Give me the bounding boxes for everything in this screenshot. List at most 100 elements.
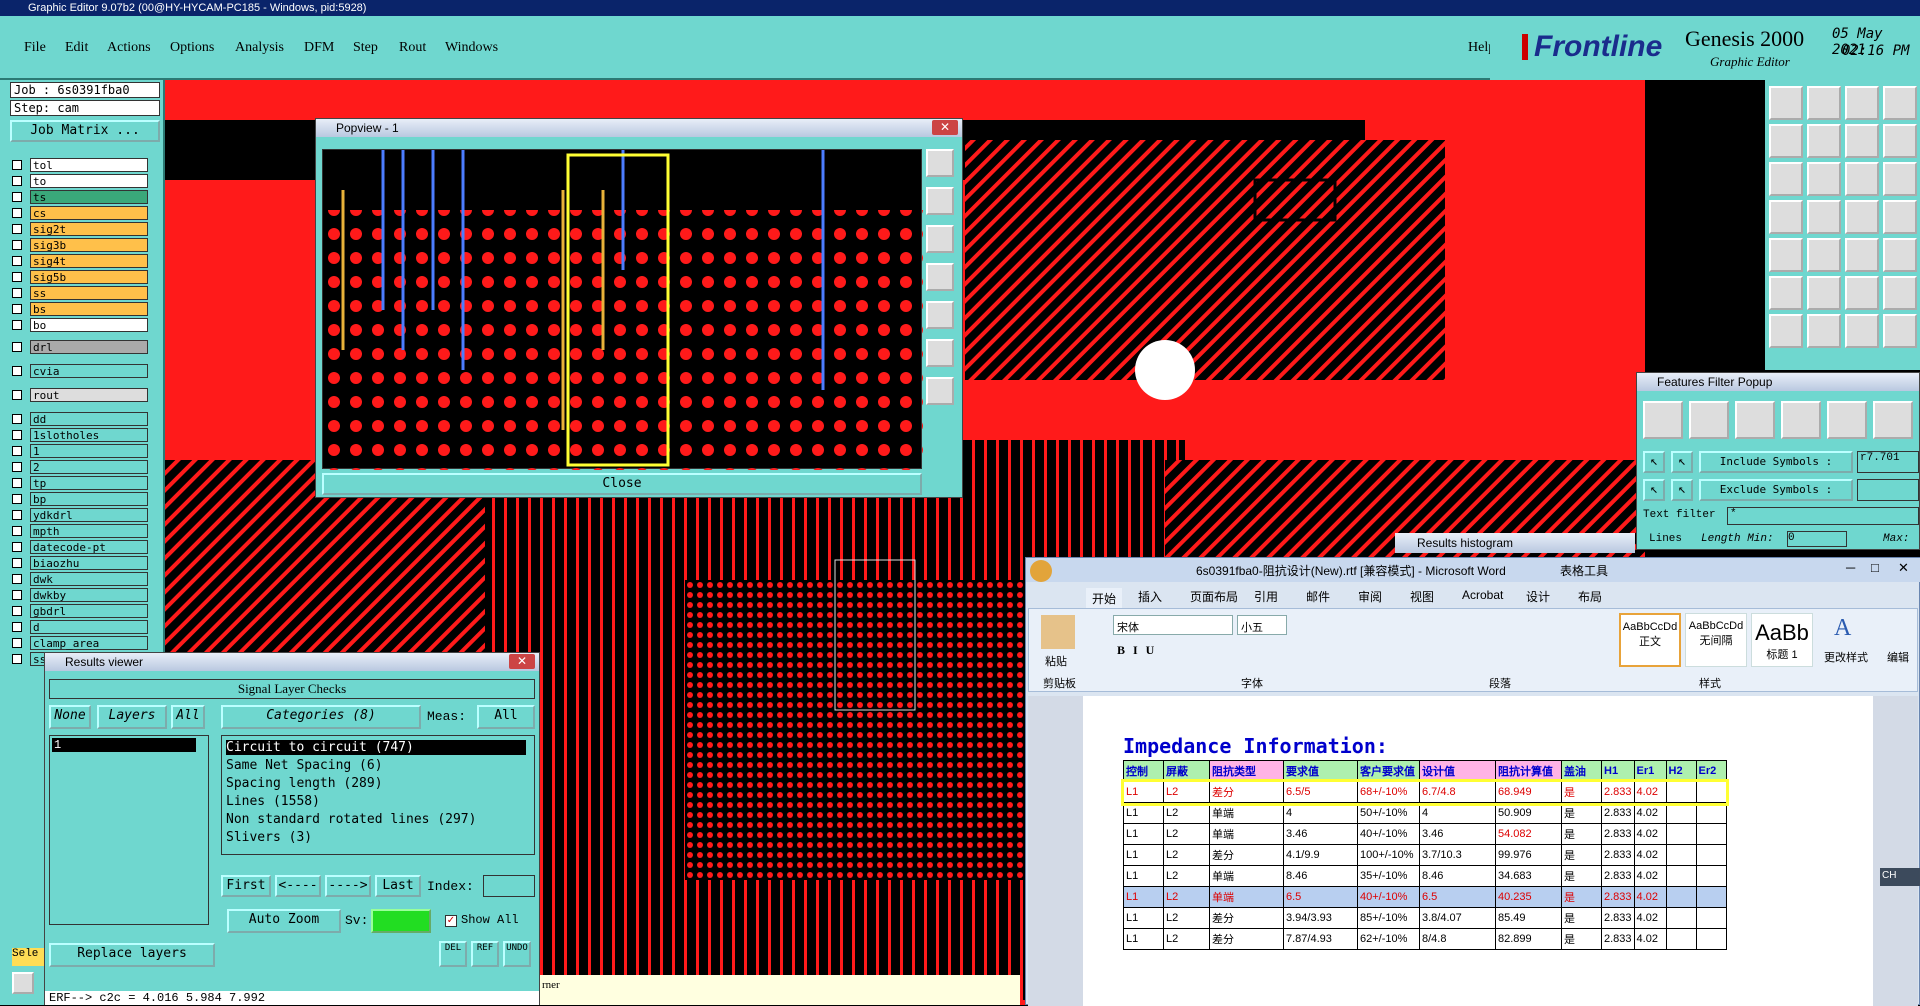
layer-checkbox[interactable]	[12, 304, 22, 314]
layer-checkbox[interactable]	[12, 240, 22, 250]
layer-list-item[interactable]: 1	[52, 738, 196, 752]
tool-icon[interactable]	[1883, 238, 1917, 272]
ribbon-tab[interactable]: 插入	[1138, 588, 1162, 605]
layer-checkbox[interactable]	[12, 224, 22, 234]
include-symbols-button[interactable]: Include Symbols :	[1699, 451, 1853, 473]
auto-zoom-select[interactable]: Auto Zoom	[227, 909, 341, 933]
popview-tool-icon[interactable]	[926, 225, 954, 253]
exclude-symbols-field[interactable]	[1857, 479, 1919, 501]
layer-checkbox[interactable]	[12, 526, 22, 536]
layer-checkbox[interactable]	[12, 176, 22, 186]
next-button[interactable]: ---->	[325, 875, 371, 897]
exclude-select-icon[interactable]: ↖	[1671, 479, 1693, 501]
ribbon-tab[interactable]: 设计	[1526, 588, 1550, 605]
layer-checkbox[interactable]	[12, 414, 22, 424]
tool-icon[interactable]	[1883, 162, 1917, 196]
menu-step[interactable]: Step	[353, 40, 378, 56]
layer-checkbox[interactable]	[12, 366, 22, 376]
results-close-icon[interactable]: ✕	[509, 654, 535, 669]
layer-checkbox[interactable]	[12, 478, 22, 488]
pad-icon[interactable]	[1689, 401, 1729, 439]
layer-checkbox[interactable]	[12, 654, 22, 664]
exclude-arrow-icon[interactable]: ↖	[1643, 479, 1665, 501]
add-icon[interactable]	[1873, 401, 1913, 439]
ribbon-tab[interactable]: 视图	[1410, 588, 1434, 605]
table-row[interactable]: L1 L2 差分 4.1/9.9 100+/-10% 3.7/10.3 99.976 是 2.8…	[1123, 844, 1727, 866]
refresh-button[interactable]: REF	[471, 941, 499, 967]
category-item[interactable]: Same Net Spacing (6)	[226, 758, 526, 773]
text-filter-field[interactable]: *	[1727, 507, 1919, 525]
category-item[interactable]: Slivers (3)	[226, 830, 526, 845]
language-bar[interactable]: CH	[1880, 868, 1920, 886]
line-icon[interactable]	[1643, 401, 1683, 439]
table-row[interactable]: L1 L2 差分 6.5/5 68+/-10% 6.7/4.8 68.949 是 2.833 4.…	[1120, 778, 1730, 806]
layer-checkbox[interactable]	[12, 288, 22, 298]
first-button[interactable]: First	[221, 875, 271, 897]
layer-checkbox[interactable]	[12, 272, 22, 282]
tool-icon[interactable]	[1769, 238, 1803, 272]
layers-button[interactable]: Layers	[97, 705, 167, 729]
ribbon-tab[interactable]: 页面布局	[1190, 588, 1238, 605]
style-tile[interactable]: AaBb 标题 1	[1751, 613, 1813, 667]
tool-icon[interactable]	[1845, 276, 1879, 310]
tool-icon[interactable]	[1807, 162, 1841, 196]
ribbon-tab[interactable]: Acrobat	[1462, 588, 1503, 602]
show-all-checkbox[interactable]: ✓	[445, 915, 457, 927]
menu-file[interactable]: File	[24, 40, 46, 56]
tool-icon[interactable]	[1807, 314, 1841, 348]
popview-close-icon[interactable]: ✕	[932, 120, 958, 135]
undo-button[interactable]: UNDO	[503, 941, 531, 967]
tool-icon[interactable]	[1845, 124, 1879, 158]
layer-checkbox[interactable]	[12, 638, 22, 648]
layer-checkbox[interactable]	[12, 606, 22, 616]
include-arrow-icon[interactable]: ↖	[1643, 451, 1665, 473]
tool-icon[interactable]	[1883, 314, 1917, 348]
layer-checkbox[interactable]	[12, 574, 22, 584]
tool-icon[interactable]	[1845, 162, 1879, 196]
table-row[interactable]: L1 L2 单端 6.5 40+/-10% 6.5 40.235 是 2.833 4.02	[1123, 886, 1727, 908]
layer-checkbox[interactable]	[12, 542, 22, 552]
prev-button[interactable]: <----	[275, 875, 321, 897]
layer-checkbox[interactable]	[12, 390, 22, 400]
format-icons[interactable]: BIU	[1117, 643, 1162, 658]
font-size-select[interactable]: 小五	[1237, 615, 1287, 635]
surface-icon[interactable]	[1735, 401, 1775, 439]
zoom-tool-icon[interactable]	[12, 972, 34, 994]
document-page[interactable]: Impedance Information: 控制 屏蔽 阻抗类型 要求值 客户要求值设…	[1083, 696, 1873, 1006]
text-icon[interactable]	[1827, 401, 1867, 439]
layer-checkbox[interactable]	[12, 462, 22, 472]
layer-checkbox[interactable]	[12, 510, 22, 520]
length-min-field[interactable]: 0	[1787, 531, 1847, 547]
job-matrix-button[interactable]: Job Matrix ...	[10, 120, 160, 142]
include-symbols-field[interactable]: r7.701	[1857, 451, 1919, 473]
tool-icon[interactable]	[1807, 200, 1841, 234]
category-item[interactable]: Lines (1558)	[226, 794, 526, 809]
font-name-select[interactable]: 宋体	[1113, 615, 1233, 635]
ribbon-tab[interactable]: 开始	[1086, 588, 1123, 609]
paste-icon[interactable]	[1041, 615, 1075, 649]
none-button[interactable]: None	[49, 705, 91, 729]
categories-button[interactable]: Categories (8)	[221, 705, 421, 729]
ribbon-tab[interactable]: 布局	[1578, 588, 1602, 605]
tool-icon[interactable]	[1807, 276, 1841, 310]
tool-icon[interactable]	[1769, 314, 1803, 348]
table-row[interactable]: L1 L2 单端 8.46 35+/-10% 8.46 34.683 是 2.833 4.02	[1123, 865, 1727, 887]
layer-checkbox[interactable]	[12, 256, 22, 266]
popview-tool-icon[interactable]	[926, 301, 954, 329]
exclude-symbols-button[interactable]: Exclude Symbols :	[1699, 479, 1853, 501]
popview-tool-icon[interactable]	[926, 339, 954, 367]
menu-dfm[interactable]: DFM	[304, 40, 334, 56]
layer-checkbox[interactable]	[12, 430, 22, 440]
tool-icon[interactable]	[1845, 238, 1879, 272]
tool-icon[interactable]	[1807, 86, 1841, 120]
layer-checkbox[interactable]	[12, 558, 22, 568]
layer-checkbox[interactable]	[12, 446, 22, 456]
arc-icon[interactable]	[1781, 401, 1821, 439]
menu-options[interactable]: Options	[170, 40, 214, 56]
popview-close-button[interactable]: Close	[322, 473, 922, 495]
tool-icon[interactable]	[1769, 162, 1803, 196]
menu-windows[interactable]: Windows	[445, 40, 498, 56]
tool-icon[interactable]	[1807, 124, 1841, 158]
layer-checkbox[interactable]	[12, 160, 22, 170]
menu-actions[interactable]: Actions	[107, 40, 151, 56]
